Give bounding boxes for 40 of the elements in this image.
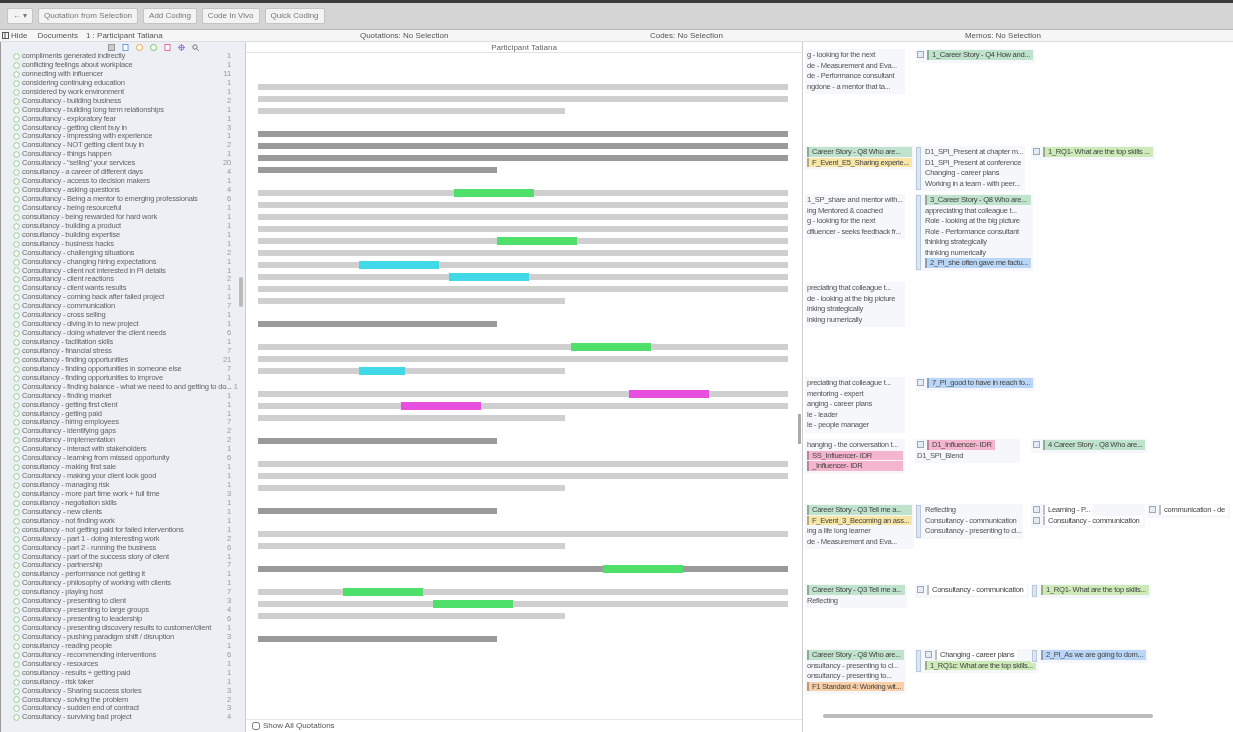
splitter-handle[interactable] xyxy=(798,414,801,444)
checkbox[interactable] xyxy=(252,722,260,730)
document-title: Participant Tatiana xyxy=(246,42,802,53)
codes-selector[interactable]: Codes: No Selection xyxy=(649,29,965,42)
code-icon[interactable] xyxy=(917,51,924,59)
caret-icon[interactable]: ▾ xyxy=(23,11,27,21)
group-tab[interactable] xyxy=(1032,650,1037,662)
code-icon[interactable] xyxy=(1149,506,1156,514)
group-tab[interactable] xyxy=(916,650,921,672)
quotation-icon[interactable] xyxy=(135,43,143,51)
document-icon[interactable] xyxy=(121,43,129,51)
code-icon[interactable] xyxy=(925,651,932,659)
field-label: Documents xyxy=(37,29,78,42)
hide-button[interactable]: Hide xyxy=(0,29,30,42)
group-tab[interactable] xyxy=(916,505,921,538)
network-icon[interactable] xyxy=(177,43,185,51)
scrollbar[interactable] xyxy=(823,714,1153,718)
memo-icon[interactable] xyxy=(163,43,171,51)
code-icon[interactable] xyxy=(149,43,157,51)
toolbar-button[interactable]: Code In Vivo xyxy=(201,8,260,24)
code-icon[interactable] xyxy=(917,586,924,594)
memos-selector[interactable]: Memos: No Selection xyxy=(964,29,1041,42)
group-tab[interactable] xyxy=(916,147,921,190)
toolbar-button[interactable]: Quick Coding xyxy=(264,8,325,24)
group-tab[interactable] xyxy=(1032,585,1037,597)
toolbar-button[interactable]: Add Coding xyxy=(143,8,197,24)
checkbox-label: Show All Quotations xyxy=(263,720,335,732)
code-icon[interactable] xyxy=(1033,148,1040,156)
scrollbar[interactable] xyxy=(239,277,243,307)
grid-icon[interactable] xyxy=(107,43,115,51)
toolbar-button[interactable]: Quotation from Selection xyxy=(38,8,139,24)
document-selector[interactable]: 1 : Participant Tatiana xyxy=(85,29,316,42)
code-icon[interactable] xyxy=(917,441,924,449)
sidebar-icon xyxy=(2,32,9,39)
code-icon[interactable] xyxy=(917,379,924,387)
search-icon[interactable] xyxy=(191,43,199,51)
quotations-selector[interactable]: Quotations: No Selection xyxy=(359,29,650,42)
group-tab[interactable] xyxy=(916,195,921,270)
back-button[interactable]: ← ▾ xyxy=(7,8,33,24)
code-icon[interactable] xyxy=(1033,441,1040,449)
